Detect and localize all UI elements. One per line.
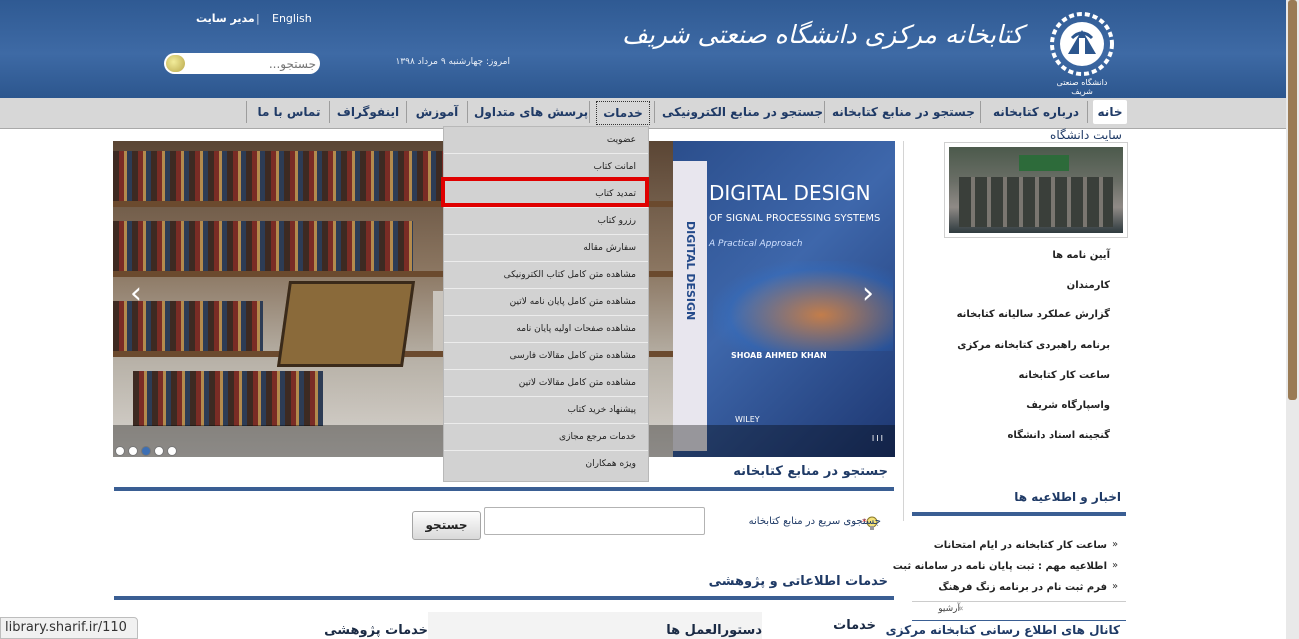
site-search-input[interactable] — [190, 55, 318, 73]
header-separator: | — [256, 12, 260, 25]
news-item[interactable]: فرم ثبت نام در برنامه زنگ فرهنگ — [930, 582, 1107, 593]
english-link[interactable]: English — [272, 12, 312, 25]
dropdown-item-thesis-pages[interactable]: مشاهده صفحات اولیه پایان نامه — [444, 316, 648, 343]
nav-divider — [1087, 101, 1088, 123]
nav-search-electronic[interactable]: جستجو در منابع الکترونیکی — [662, 98, 823, 126]
news-divider — [912, 512, 1126, 516]
archive-arrow-icon: « — [958, 604, 964, 614]
library-title[interactable]: کتابخانه مرکزی دانشگاه صنعتی شریف — [622, 20, 1023, 49]
logo-caption: دانشگاه صنعتی شریف — [1056, 78, 1108, 96]
admin-link[interactable]: مدیر سایت — [196, 12, 255, 25]
nav-faq[interactable]: پرسش های متداول — [474, 98, 588, 126]
univ-site-label[interactable]: سایت دانشگاه — [990, 128, 1122, 142]
book-tagline: A Practical Approach — [709, 239, 803, 249]
book-author: SHOAB AHMED KHAN — [731, 351, 827, 360]
bullet-icon: » — [1112, 539, 1119, 550]
section-divider — [114, 487, 894, 491]
news-title: اخبار و اطلاعیه ها — [1014, 490, 1121, 504]
bullet-icon: » — [1112, 581, 1119, 592]
nav-divider — [654, 101, 655, 123]
slider-counter: III — [871, 434, 885, 443]
sidebar-link-annual-report[interactable]: گزارش عملکرد سالیانه کتابخانه — [930, 309, 1110, 320]
slider-prev-arrow-icon[interactable]: ‹ — [121, 269, 151, 319]
sidebar-link-strategic-plan[interactable]: برنامه راهبردی کتابخانه مرکزی — [930, 340, 1110, 351]
dropdown-item-ebook[interactable]: مشاهده متن کامل کتاب الکترونیکی — [444, 262, 648, 289]
dropdown-item-latin-articles[interactable]: مشاهده متن کامل مقالات لاتین — [444, 370, 648, 397]
quick-search-input[interactable] — [484, 507, 705, 535]
university-logo-icon[interactable] — [1046, 8, 1118, 86]
dropdown-item-book-suggestion[interactable]: پیشنهاد خرید کتاب — [444, 397, 648, 424]
quick-search-label: جستجوی سریع در منابع کتابخانه — [748, 516, 881, 527]
book-title: DIGITAL DESIGN — [709, 181, 871, 205]
book-spine-text: DIGITAL DESIGN — [684, 221, 697, 321]
dropdown-item-membership[interactable]: عضویت — [444, 127, 648, 154]
slider-dot[interactable] — [167, 446, 177, 456]
nav-divider — [467, 101, 468, 123]
search-icon[interactable] — [166, 55, 185, 72]
dropdown-item-reserve[interactable]: رزرو کتاب — [444, 208, 648, 235]
book-subtitle: OF SIGNAL PROCESSING SYSTEMS — [709, 213, 881, 224]
info-services-title: خدمات اطلاعاتی و پژوهشی — [708, 574, 888, 589]
renewal-highlight-box — [441, 177, 649, 207]
open-book-display — [276, 281, 416, 367]
slider-dot[interactable] — [128, 446, 138, 456]
nav-divider — [329, 101, 330, 123]
dropdown-item-staff[interactable]: ویژه همکاران — [444, 451, 648, 478]
sidebar-link-hours[interactable]: ساعت کار کتابخانه — [930, 370, 1110, 381]
nav-divider — [589, 101, 590, 123]
dropdown-item-persian-articles[interactable]: مشاهده متن کامل مقالات فارسی — [444, 343, 648, 370]
bullet-icon: » — [1112, 560, 1119, 571]
sidebar-link-archive-docs[interactable]: گنجینه اسناد دانشگاه — [930, 430, 1111, 441]
nav-services[interactable]: خدمات — [596, 101, 650, 125]
site-header: English | مدیر سایت امروز: چهارشنبه ۹ مر… — [0, 0, 1286, 98]
site-search — [164, 53, 320, 74]
page-scrollbar[interactable] — [1286, 0, 1299, 639]
slider-next-arrow-icon[interactable]: › — [853, 269, 883, 319]
slider-dot[interactable] — [154, 446, 164, 456]
slider-dot-active[interactable] — [141, 446, 151, 456]
col-guidelines[interactable]: دستورالعمل ها — [640, 623, 762, 638]
book-publisher: WILEY — [735, 415, 760, 424]
nav-about[interactable]: درباره کتابخانه — [988, 98, 1084, 126]
dropdown-item-latin-thesis[interactable]: مشاهده متن کامل پایان نامه لاتین — [444, 289, 648, 316]
sidebar-divider — [903, 141, 904, 521]
dropdown-item-virtual-reference[interactable]: خدمات مرجع مجازی — [444, 424, 648, 451]
section-divider — [114, 596, 894, 600]
nav-contact[interactable]: تماس با ما — [254, 98, 324, 126]
university-building-image[interactable] — [944, 142, 1128, 238]
nav-home[interactable]: خانه — [1093, 100, 1127, 124]
browser-status-bar: library.sharif.ir/110 — [0, 617, 138, 639]
sidebar-link-repository[interactable]: واسپارگاه شریف — [930, 400, 1110, 411]
quick-search-button[interactable]: جستجو — [412, 511, 481, 540]
news-archive-link[interactable]: آرشیو — [920, 604, 960, 614]
nav-divider — [246, 101, 247, 123]
news-item[interactable]: اطلاعیه مهم : ثبت پایان نامه در سامانه ث… — [893, 561, 1107, 572]
nav-divider — [980, 101, 981, 123]
nav-search-library[interactable]: جستجو در منابع کتابخانه — [832, 98, 975, 126]
col-services[interactable]: خدمات — [790, 618, 876, 633]
slider-dot[interactable] — [115, 446, 125, 456]
dropdown-item-article-order[interactable]: سفارش مقاله — [444, 235, 648, 262]
nav-divider — [406, 101, 407, 123]
search-section-title: جستجو در منابع کتابخانه — [733, 464, 888, 479]
channels-title: کانال های اطلاع رسانی کتابخانه مرکزی — [885, 623, 1120, 637]
today-date: امروز: چهارشنبه ۹ مرداد ۱۳۹۸ — [395, 57, 510, 67]
col-research[interactable]: خدمات پژوهشی — [300, 623, 428, 638]
sidebar-link-staff[interactable]: کارمندان — [930, 280, 1110, 291]
news-item[interactable]: ساعت کار کتابخانه در ایام امتحانات — [930, 540, 1107, 551]
main-nav: خانه درباره کتابخانه جستجو در منابع کتاب… — [0, 98, 1286, 129]
nav-divider — [824, 101, 825, 123]
sidebar-link-regulations[interactable]: آیین نامه ها — [930, 250, 1110, 261]
nav-infographic[interactable]: اینفوگراف — [336, 98, 400, 126]
scrollbar-thumb[interactable] — [1288, 0, 1297, 400]
nav-education[interactable]: آموزش — [412, 98, 462, 126]
